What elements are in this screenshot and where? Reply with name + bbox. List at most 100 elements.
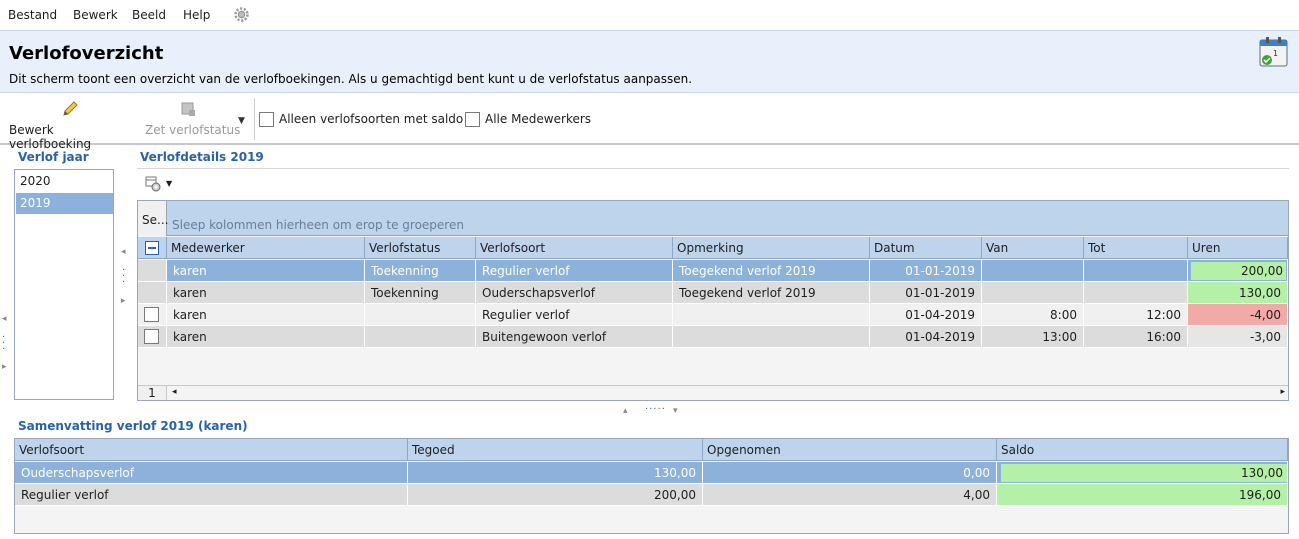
cell-uren: -4,00 — [1188, 304, 1288, 326]
gear-icon[interactable] — [233, 6, 250, 23]
select-column-header[interactable]: Se... — [138, 201, 169, 236]
chevron-down-icon[interactable]: ▼ — [238, 116, 245, 126]
cell-medewerker: karen — [167, 326, 365, 348]
table-row[interactable]: karen Toekenning Ouderschapsverlof Toege… — [138, 282, 1288, 304]
scroll-right-icon[interactable]: ▸ — [1280, 387, 1285, 397]
sum-cell-saldo: 196,00 — [997, 484, 1288, 506]
splitter3-arrow-down-icon[interactable]: ▾ — [673, 406, 678, 416]
sum-cell-opgenomen: 0,00 — [703, 462, 997, 484]
splitter2-arrow-left-icon[interactable]: ◂ — [121, 247, 126, 257]
sum-cell-saldo-value: 130,00 — [1241, 466, 1283, 480]
cell-tot — [1084, 260, 1188, 282]
leave-details-grid: Se... Sleep kolommen hierheen om erop te… — [137, 200, 1289, 401]
toolbar-divider — [254, 98, 255, 140]
cell-verlofsoort: Ouderschapsverlof — [476, 282, 673, 304]
set-leave-status-label: Zet verlofstatus — [145, 123, 241, 137]
menu-bar: Bestand Bewerk Beeld Help — [0, 0, 1299, 30]
scroll-left-icon[interactable]: ◂ — [172, 387, 177, 397]
years-title: Verlof jaar — [18, 150, 89, 164]
row-select-cell — [138, 326, 167, 348]
col-tot[interactable]: Tot — [1084, 237, 1188, 259]
select-column-label: Se... — [142, 213, 169, 227]
sum-col-tegoed[interactable]: Tegoed — [408, 439, 703, 461]
cell-datum: 01-01-2019 — [870, 282, 982, 304]
only-saldo-checkbox[interactable] — [259, 112, 274, 127]
col-datum[interactable]: Datum — [870, 237, 982, 259]
sum-cell-verlofsoort: Ouderschapsverlof — [15, 462, 408, 484]
status-icon — [180, 101, 196, 117]
table-row[interactable]: karen Regulier verlof 01-04-2019 8:00 12… — [138, 304, 1288, 326]
pencil-icon — [61, 100, 79, 118]
splitter-arrow-right-icon[interactable]: ▸ — [2, 362, 7, 372]
cell-uren: 200,00 — [1188, 260, 1288, 282]
col-van[interactable]: Van — [982, 237, 1084, 259]
row-checkbox[interactable] — [144, 329, 159, 344]
table-row[interactable]: Regulier verlof 200,00 4,00 196,00 — [15, 484, 1288, 506]
col-verlofsoort[interactable]: Verlofsoort — [476, 237, 673, 259]
summary-grid: Verlofsoort Tegoed Opgenomen Saldo Ouder… — [14, 438, 1289, 534]
only-saldo-label[interactable]: Alleen verlofsoorten met saldo — [279, 112, 463, 126]
col-medewerker[interactable]: Medewerker — [167, 237, 365, 259]
table-row[interactable]: Ouderschapsverlof 130,00 0,00 130,00 — [15, 462, 1288, 484]
edit-leave-booking-label: Bewerk verlofboeking — [9, 123, 92, 151]
sum-col-verlofsoort[interactable]: Verlofsoort — [15, 439, 408, 461]
grid-settings-icon — [145, 176, 162, 192]
group-by-hint: Sleep kolommen hierheen om erop te groep… — [172, 218, 464, 232]
year-item-2020[interactable]: 2020 — [16, 171, 113, 192]
cell-medewerker: karen — [167, 304, 365, 326]
sum-col-saldo[interactable]: Saldo — [997, 439, 1288, 461]
sum-cell-tegoed: 200,00 — [408, 484, 703, 506]
all-employees-label[interactable]: Alle Medewerkers — [485, 112, 591, 126]
year-item-2019[interactable]: 2019 — [16, 193, 113, 214]
collapse-all-icon[interactable] — [145, 241, 159, 255]
cell-uren-value: 200,00 — [1241, 264, 1283, 278]
grid-options-button[interactable]: ▼ — [145, 175, 175, 193]
sum-cell-tegoed: 130,00 — [408, 462, 703, 484]
col-uren[interactable]: Uren — [1188, 237, 1288, 259]
cell-datum: 01-04-2019 — [870, 326, 982, 348]
table-row[interactable]: karen Toekenning Regulier verlof Toegeke… — [138, 260, 1288, 282]
menu-bestand[interactable]: Bestand — [8, 8, 57, 22]
cell-van — [982, 282, 1084, 304]
all-employees-checkbox[interactable] — [465, 112, 480, 127]
page-description: Dit scherm toont een overzicht van de ve… — [9, 72, 693, 86]
menu-bewerk[interactable]: Bewerk — [73, 8, 118, 22]
cell-van: 13:00 — [982, 326, 1084, 348]
cell-verlofstatus: Toekenning — [365, 282, 476, 304]
splitter3-handle[interactable]: ····· — [645, 404, 666, 415]
horizontal-scrollbar[interactable]: ◂ ▸ — [167, 385, 1288, 400]
cell-medewerker: karen — [167, 260, 365, 282]
set-leave-status-button[interactable]: Zet verlofstatus ▼ — [140, 96, 252, 142]
splitter2-handle[interactable]: · · · — [122, 266, 125, 288]
cell-uren: 130,00 — [1188, 282, 1288, 304]
splitter3-arrow-up-icon[interactable]: ▴ — [623, 406, 628, 416]
col-opmerking[interactable]: Opmerking — [673, 237, 870, 259]
menu-help[interactable]: Help — [183, 8, 210, 22]
select-all-cell — [138, 237, 167, 259]
cell-van — [982, 260, 1084, 282]
col-verlofstatus[interactable]: Verlofstatus — [365, 237, 476, 259]
details-title: Verlofdetails 2019 — [140, 150, 264, 164]
toolbar: Bewerk verlofboeking Zet verlofstatus ▼ … — [0, 94, 1299, 151]
sum-col-opgenomen[interactable]: Opgenomen — [703, 439, 997, 461]
splitter2-arrow-right-icon[interactable]: ▸ — [121, 296, 126, 306]
year-list: 2020 2019 — [14, 169, 114, 400]
cell-verlofsoort: Regulier verlof — [476, 260, 673, 282]
splitter-handle[interactable]: · · · — [2, 333, 5, 355]
table-row[interactable]: karen Buitengewoon verlof 01-04-2019 13:… — [138, 326, 1288, 348]
summary-title: Samenvatting verlof 2019 (karen) — [18, 419, 248, 433]
splitter-arrow-left-icon[interactable]: ◂ — [2, 314, 7, 324]
row-checkbox[interactable] — [144, 307, 159, 322]
page-number: 1 — [138, 385, 167, 400]
row-select-cell — [138, 304, 167, 326]
grid-options-chevron-icon: ▼ — [166, 179, 173, 188]
sum-cell-saldo: 130,00 — [997, 462, 1288, 484]
menu-beeld[interactable]: Beeld — [132, 8, 166, 22]
cell-uren: -3,00 — [1188, 326, 1288, 348]
edit-leave-booking-button[interactable]: Bewerk verlofboeking — [4, 96, 136, 151]
cell-datum: 01-04-2019 — [870, 304, 982, 326]
details-divider — [137, 168, 1289, 169]
cell-datum: 01-01-2019 — [870, 260, 982, 282]
cell-tot — [1084, 282, 1188, 304]
cell-medewerker: karen — [167, 282, 365, 304]
